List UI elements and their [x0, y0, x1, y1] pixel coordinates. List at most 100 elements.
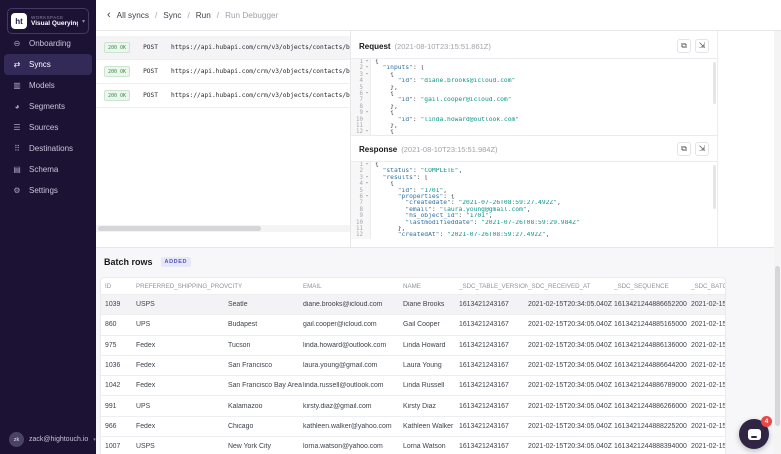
- column-header: _SDC_SEQUENCE: [614, 283, 691, 290]
- breadcrumb-separator: /: [155, 11, 157, 20]
- batch-rows-table: IDPREFERRED_SHIPPING_PROVIDERCITYEMAILNA…: [100, 277, 726, 454]
- table-cell: Fedex: [136, 423, 228, 430]
- table-cell: 1613421243167: [459, 362, 528, 369]
- destinations-icon: ⠿: [12, 144, 22, 153]
- json-token: [375, 194, 398, 200]
- copy-button[interactable]: ⧉: [677, 39, 691, 53]
- settings-icon: ⚙: [12, 186, 22, 195]
- json-token: [375, 175, 383, 181]
- expand-button[interactable]: ⇲: [695, 39, 709, 53]
- table-row[interactable]: 975FedexTucsonlinda.howard@outlook.comLi…: [101, 336, 725, 356]
- sidebar-item-label: Destinations: [29, 144, 73, 153]
- table-cell: 1613421244886644200: [614, 362, 691, 369]
- table-cell: 2021-02-15T2: [691, 443, 726, 450]
- json-token: "id": [398, 97, 413, 103]
- breadcrumb-item-run[interactable]: Run: [196, 11, 211, 20]
- response-timestamp: (2021-08-10T23:15:51.984Z): [401, 145, 497, 154]
- json-token: "id": [398, 188, 413, 194]
- request-row[interactable]: 200 OKPOSThttps://api.hubapi.com/crm/v3/…: [96, 36, 350, 60]
- sidebar-item-onboarding[interactable]: ⊖Onboarding: [4, 33, 92, 54]
- back-chevron-icon[interactable]: ‹: [107, 10, 111, 21]
- sources-icon: ☰: [12, 123, 22, 132]
- table-cell: San Francisco: [228, 362, 303, 369]
- sidebar-item-label: Models: [29, 81, 55, 90]
- sidebar-item-syncs[interactable]: ⇄ Syncs: [4, 54, 92, 75]
- workspace-selector[interactable]: ht WORKSPACE Visual Querying D... ▾: [7, 8, 89, 34]
- table-row[interactable]: 966FedexChicagokathleen.walker@yahoo.com…: [101, 417, 725, 437]
- table-cell: lorna.watson@yahoo.com: [303, 443, 403, 450]
- sidebar-item-label: Syncs: [29, 60, 51, 69]
- expand-button[interactable]: ⇲: [695, 142, 709, 156]
- fold-toggle-icon[interactable]: ▾: [364, 129, 371, 135]
- table-cell: Diane Brooks: [403, 301, 459, 308]
- sidebar-item-destinations[interactable]: ⠿ Destinations: [4, 138, 92, 159]
- table-cell: 1039: [105, 301, 136, 308]
- table-cell: 2021-02-15T2: [691, 321, 726, 328]
- table-row[interactable]: 1039USPSSeatlediane.brooks@icloud.comDia…: [101, 295, 725, 315]
- table-cell: Gail Cooper: [403, 321, 459, 328]
- response-json-viewer[interactable]: 1▾{2 "status": "COMPLETE",3▾ "results": …: [351, 161, 717, 242]
- table-cell: kathleen.walker@yahoo.com: [303, 423, 403, 430]
- table-row[interactable]: 860UPSBudapestgail.cooper@icloud.comGail…: [101, 315, 725, 335]
- column-header: NAME: [403, 283, 459, 290]
- schema-icon: ▤: [12, 165, 22, 174]
- table-cell: 2021-02-15T2: [691, 423, 726, 430]
- http-status-badge: 200 OK: [104, 42, 130, 53]
- table-cell: 991: [105, 403, 136, 410]
- json-token: "2021-07-26T08:59:27.492Z": [447, 232, 546, 238]
- sidebar: ht WORKSPACE Visual Querying D... ▾ ⊖Onb…: [0, 0, 96, 454]
- request-row[interactable]: 200 OKPOSThttps://api.hubapi.com/crm/v3/…: [96, 60, 350, 84]
- table-cell: Seatle: [228, 301, 303, 308]
- table-cell: USPS: [136, 443, 228, 450]
- json-token: },: [375, 123, 398, 129]
- table-cell: 2021-02-15T20:34:05.040Z: [528, 342, 614, 349]
- sidebar-item-settings[interactable]: ⚙Settings: [4, 180, 92, 201]
- table-cell: 2021-02-15T20:34:05.040Z: [528, 382, 614, 389]
- sidebar-item-models[interactable]: ▥Models: [4, 75, 92, 96]
- sidebar-item-schema[interactable]: ▤ Schema: [4, 159, 92, 180]
- table-cell: Kalamazoo: [228, 403, 303, 410]
- table-cell: 1613421244886789000: [614, 382, 691, 389]
- breadcrumb-separator: /: [217, 11, 219, 20]
- table-cell: Chicago: [228, 423, 303, 430]
- json-token: "lastmodifieddate": [405, 220, 473, 226]
- sidebar-item-label: Schema: [29, 165, 58, 174]
- json-token: {: [375, 181, 394, 187]
- table-cell: Laura Young: [403, 362, 459, 369]
- table-cell: 1613421243167: [459, 342, 528, 349]
- breadcrumb-item-sync[interactable]: Sync: [163, 11, 181, 20]
- json-token: "createdAt": [398, 232, 440, 238]
- table-cell: Kirsty Diaz: [403, 403, 459, 410]
- request-row[interactable]: 200 OKPOSThttps://api.hubapi.com/crm/v3/…: [96, 84, 350, 108]
- table-row[interactable]: 991UPSKalamazookirsty.diaz@gmail.comKirs…: [101, 396, 725, 416]
- scrollbar-thumb[interactable]: [775, 266, 780, 426]
- sidebar-nav: ⊖Onboarding ⇄ Syncs ▥Models◕Segments☰Source…: [0, 33, 96, 201]
- json-token: "1701": [421, 188, 444, 194]
- request-json-viewer[interactable]: 1▾{2▾ "inputs": [3▾ {4 "id": "diane.broo…: [351, 58, 717, 135]
- breadcrumb-item-all-syncs[interactable]: All syncs: [117, 11, 149, 20]
- table-row[interactable]: 1036FedexSan Franciscolaura.young@gmail.…: [101, 356, 725, 376]
- syncs-icon: ⇄: [12, 60, 22, 69]
- sidebar-item-label: Segments: [29, 102, 65, 111]
- breadcrumb-separator: /: [187, 11, 189, 20]
- copy-button[interactable]: ⧉: [677, 142, 691, 156]
- table-cell: UPS: [136, 403, 228, 410]
- line-number: 12: [351, 129, 364, 135]
- json-token: :: [413, 168, 421, 174]
- table-cell: Fedex: [136, 362, 228, 369]
- table-cell: 1613421243167: [459, 403, 528, 410]
- table-cell: linda.howard@outlook.com: [303, 342, 403, 349]
- workspace-text: WORKSPACE Visual Querying D...: [31, 15, 78, 27]
- table-row[interactable]: 1007USPSNew York Citylorna.watson@yahoo.…: [101, 437, 725, 454]
- sidebar-item-segments[interactable]: ◕Segments: [4, 96, 92, 117]
- json-token: [375, 232, 398, 238]
- table-cell: 1042: [105, 382, 136, 389]
- breadcrumb-item-run-debugger: Run Debugger: [225, 11, 278, 20]
- table-row[interactable]: 1042FedexSan Francisco Bay Arealinda.rus…: [101, 376, 725, 396]
- scrollbar-thumb[interactable]: [98, 226, 261, 231]
- json-token: : [: [413, 65, 424, 71]
- chat-launcher[interactable]: 4: [739, 419, 769, 449]
- sidebar-item-sources[interactable]: ☰Sources: [4, 117, 92, 138]
- user-menu[interactable]: zk zack@hightouch.io ▾: [9, 432, 96, 447]
- json-token: ,: [546, 232, 550, 238]
